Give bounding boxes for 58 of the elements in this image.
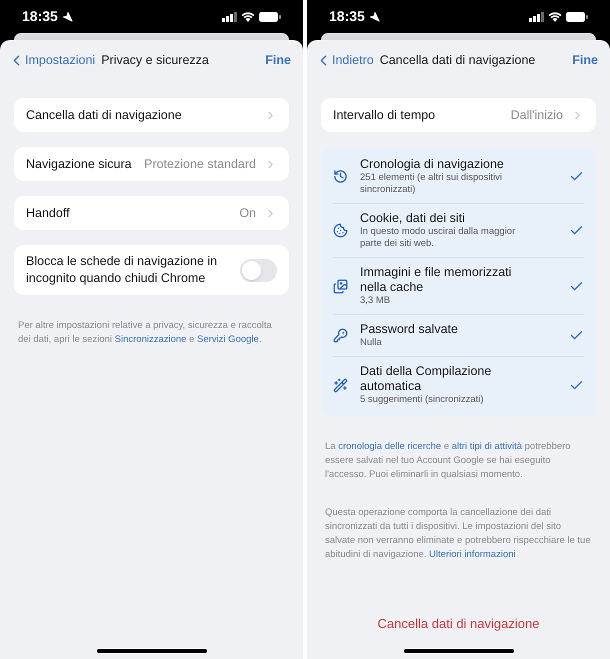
row-label: Navigazione sicura: [26, 156, 133, 173]
option-subtitle: Nulla: [360, 337, 383, 349]
done-button[interactable]: Fine: [265, 50, 295, 70]
row-label: Handoff: [26, 204, 71, 222]
option-row[interactable]: Password salvate Nulla: [333, 314, 584, 356]
toggle-switch[interactable]: [240, 258, 277, 282]
back-button[interactable]: Impostazioni: [8, 50, 96, 70]
location-icon: [368, 11, 380, 22]
option-subtitle: 5 suggerimenti (sincronizzati): [360, 394, 485, 406]
note-text: Questa operazione comporta la cancellazione dei dati sincronizzati da tutti i dispositivi. Le impostazioni del sito salvate non verranno eliminate e potrebbero rispecchiare le tue abitudini di navigazione. Ulteriori informazioni: [324, 506, 592, 562]
cookie-icon: [333, 223, 348, 238]
done-button[interactable]: Fine: [572, 50, 602, 70]
link[interactable]: Sincronizzazione: [114, 334, 186, 345]
wifi-icon: [548, 12, 562, 22]
option-row[interactable]: Dati della Compilazione automatica 5 suggerimenti (sincronizzati): [333, 356, 584, 413]
option-row[interactable]: Immagini e file memorizzati nella cache 3,3 MB: [333, 257, 584, 314]
note-text: Per altre impostazioni relative a privacy, sicurezza e raccolta dei dati, apri le sezioni Sincronizzazione e Servizi Google.: [17, 319, 273, 347]
option-subtitle: 3,3 MB: [360, 295, 392, 307]
row-label: Blocca le schede di navigazione in incognito quando chiudi Chrome: [26, 253, 218, 287]
option-title: Password salvate: [360, 322, 459, 337]
row-value: Dall'inizio: [510, 106, 563, 124]
settings-row[interactable]: Intervallo di tempo Dall'inizio: [321, 98, 596, 132]
option-row[interactable]: Cookie, dati dei siti In questo modo uscirai dalla maggior parte dei siti web.: [333, 203, 584, 257]
signal-icon: [222, 12, 237, 22]
signal-icon: [529, 12, 544, 22]
row-value: Protezione standard: [144, 156, 256, 173]
settings-row[interactable]: Handoff On: [14, 196, 289, 230]
option-title: Cookie, dati dei siti: [360, 211, 466, 226]
link[interactable]: Ulteriori informazioni: [429, 549, 516, 560]
history-icon: [333, 169, 348, 184]
key-icon: [333, 328, 348, 343]
option-title: Dati della Compilazione automatica: [360, 364, 492, 394]
wand-icon: [333, 378, 348, 392]
option-title: Immagini e file memorizzati nella cache: [360, 265, 512, 295]
location-icon: [62, 11, 73, 22]
note-text: La cronologia delle ricerche e altri tipi di attività potrebbero essere salvati nel tuo Account Google se hai eseguito l'accesso. Puoi eliminarli in qualsiasi momento.: [324, 440, 572, 482]
nav-title: Cancella dati di navigazione: [380, 52, 536, 69]
link[interactable]: altri tipi di attività: [452, 441, 522, 452]
settings-row[interactable]: Navigazione sicura Protezione standard: [14, 147, 289, 181]
row-label: Intervallo di tempo: [333, 106, 436, 124]
clear-data-button[interactable]: Cancella dati di navigazione: [378, 614, 540, 633]
nav-title: Privacy e sicurezza: [101, 52, 210, 69]
wifi-icon: [241, 12, 255, 22]
option-row[interactable]: Cronologia di navigazione 251 elementi (e altri sui dispositivi sincronizzati): [333, 150, 584, 203]
status-time: 18:35: [329, 7, 365, 26]
status-time: 18:35: [22, 7, 58, 26]
row-label: Cancella dati di navigazione: [26, 106, 183, 124]
battery-icon: [259, 12, 281, 22]
link[interactable]: Servizi Google: [197, 334, 259, 345]
option-subtitle: In questo modo uscirai dalla maggior parte dei siti web.: [360, 226, 516, 250]
link[interactable]: cronologia delle ricerche: [338, 441, 442, 452]
images-icon: [333, 278, 348, 294]
option-subtitle: 251 elementi (e altri sui dispositivi sincronizzati): [360, 172, 504, 196]
battery-icon: [566, 12, 588, 22]
back-button[interactable]: Indietro: [315, 50, 374, 70]
settings-row[interactable]: Cancella dati di navigazione: [14, 98, 289, 132]
option-title: Cronologia di navigazione: [360, 157, 505, 172]
row-value: On: [239, 204, 256, 222]
